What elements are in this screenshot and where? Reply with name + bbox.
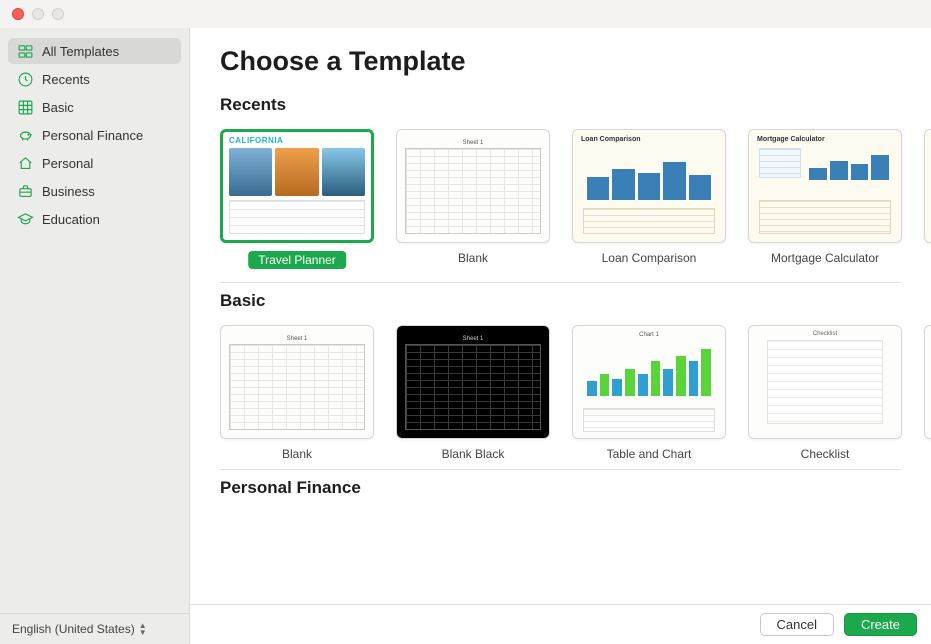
sidebar-item-label: Recents xyxy=(42,72,90,87)
sidebar-item-basic[interactable]: Basic xyxy=(8,94,181,120)
window-zoom-button[interactable] xyxy=(52,8,64,20)
template-label: Blank Black xyxy=(396,447,550,461)
template-row-basic: Sheet 1BlankSheet 1Blank BlackChart 1Tab… xyxy=(220,325,931,461)
template-label: Table and Chart xyxy=(572,447,726,461)
template-label: Loan Comparison xyxy=(572,251,726,265)
template-card[interactable]: CALIFORNIATravel Planner xyxy=(220,129,374,274)
sidebar-item-recents[interactable]: Recents xyxy=(8,66,181,92)
template-label: Mortgage Calculator xyxy=(748,251,902,265)
template-card[interactable]: Loan ComparisonLoan Comparison xyxy=(572,129,726,274)
section-title-personal-finance: Personal Finance xyxy=(220,478,931,498)
template-card[interactable]: Sheet 1Blank xyxy=(220,325,374,461)
language-label: English (United States) xyxy=(12,622,135,636)
template-label: Blank xyxy=(396,251,550,265)
template-card[interactable]: ChecklistChecklist xyxy=(748,325,902,461)
updown-icon: ▲▼ xyxy=(139,622,147,636)
gradcap-icon xyxy=(16,210,34,228)
templates-icon xyxy=(16,42,34,60)
template-card[interactable]: Checklist xyxy=(924,325,931,461)
grid-icon xyxy=(16,98,34,116)
sidebar-item-label: Business xyxy=(42,184,95,199)
sidebar-item-label: Personal xyxy=(42,156,93,171)
house-icon xyxy=(16,154,34,172)
sidebar: All Templates Recents Basic Personal Financ… xyxy=(0,28,190,644)
template-label: Checklist xyxy=(924,447,931,461)
language-picker[interactable]: English (United States) ▲▼ xyxy=(0,613,189,644)
page-title: Choose a Template xyxy=(220,46,931,77)
section-divider xyxy=(220,282,901,283)
cancel-button[interactable]: Cancel xyxy=(760,613,834,636)
section-title-recents: Recents xyxy=(220,95,931,115)
create-button[interactable]: Create xyxy=(844,613,917,636)
sidebar-item-label: All Templates xyxy=(42,44,119,59)
template-card[interactable]: Portfolio$60000.00My Stocks xyxy=(924,129,931,274)
section-title-basic: Basic xyxy=(220,291,931,311)
piggybank-icon xyxy=(16,126,34,144)
template-card[interactable]: Mortgage CalculatorMortgage Calculator xyxy=(748,129,902,274)
template-label: My Stocks xyxy=(924,251,931,265)
sidebar-item-all-templates[interactable]: All Templates xyxy=(8,38,181,64)
clock-icon xyxy=(16,70,34,88)
main-pane: Choose a Template Recents CALIFORNIATrave… xyxy=(190,28,931,644)
template-label: Travel Planner xyxy=(248,251,346,269)
sidebar-item-personal-finance[interactable]: Personal Finance xyxy=(8,122,181,148)
template-card[interactable]: Chart 1Table and Chart xyxy=(572,325,726,461)
window-minimize-button[interactable] xyxy=(32,8,44,20)
sidebar-item-label: Basic xyxy=(42,100,74,115)
footer-bar: Cancel Create xyxy=(190,604,931,644)
sidebar-item-education[interactable]: Education xyxy=(8,206,181,232)
briefcase-icon xyxy=(16,182,34,200)
sidebar-item-label: Personal Finance xyxy=(42,128,143,143)
titlebar xyxy=(0,0,931,28)
window-close-button[interactable] xyxy=(12,8,24,20)
sidebar-item-personal[interactable]: Personal xyxy=(8,150,181,176)
template-label: Blank xyxy=(220,447,374,461)
template-card[interactable]: Sheet 1Blank Black xyxy=(396,325,550,461)
template-label: Checklist xyxy=(748,447,902,461)
template-card[interactable]: Sheet 1Blank xyxy=(396,129,550,274)
section-divider xyxy=(220,469,901,470)
sidebar-item-business[interactable]: Business xyxy=(8,178,181,204)
sidebar-item-label: Education xyxy=(42,212,100,227)
template-row-recents: CALIFORNIATravel PlannerSheet 1BlankLoan… xyxy=(220,129,931,274)
